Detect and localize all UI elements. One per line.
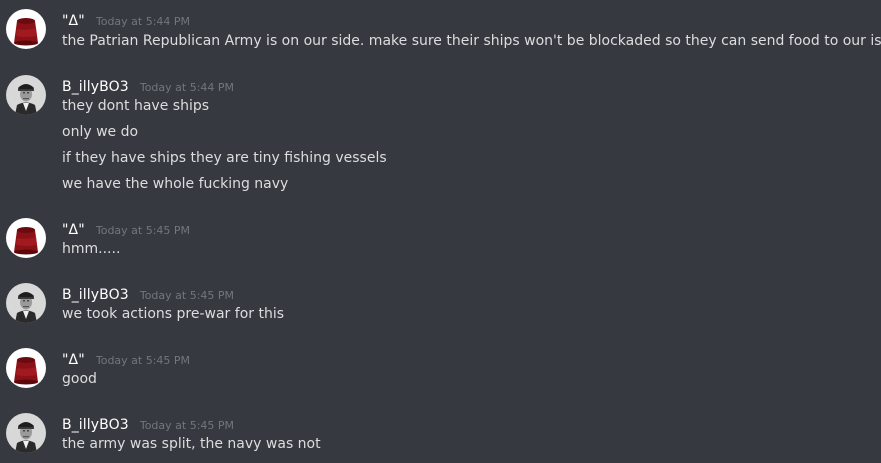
username[interactable]: "Δ": [62, 13, 85, 29]
officer-portrait-icon[interactable]: [6, 413, 46, 453]
message-header: B_illyBO3 Today at 5:45 PM: [62, 284, 234, 304]
timestamp: Today at 5:45 PM: [139, 419, 235, 432]
message-text: hmm.....: [62, 241, 121, 257]
username[interactable]: "Δ": [62, 222, 85, 238]
timestamp: Today at 5:45 PM: [95, 224, 191, 237]
message-header: "Δ" Today at 5:44 PM: [62, 10, 190, 30]
message-header: "Δ" Today at 5:45 PM: [62, 349, 190, 369]
message-text: only we do: [62, 124, 139, 140]
message-text: good: [62, 371, 97, 387]
officer-portrait-icon[interactable]: [6, 283, 46, 323]
message-text: the army was split, the navy was not: [62, 436, 321, 452]
message-text: if they have ships they are tiny fishing…: [62, 150, 387, 166]
message-text: we have the whole fucking navy: [62, 176, 289, 192]
username[interactable]: B_illyBO3: [62, 79, 129, 95]
message-text: we took actions pre-war for this: [62, 306, 285, 322]
message-text: the Patrian Republican Army is on our si…: [62, 33, 881, 49]
timestamp: Today at 5:45 PM: [139, 289, 235, 302]
fez-icon[interactable]: [6, 348, 46, 388]
timestamp: Today at 5:44 PM: [95, 15, 191, 28]
officer-portrait-icon[interactable]: [6, 75, 46, 115]
username[interactable]: B_illyBO3: [62, 417, 129, 433]
message-text: they dont have ships: [62, 98, 210, 114]
message-header: "Δ" Today at 5:45 PM: [62, 219, 190, 239]
username[interactable]: "Δ": [62, 352, 85, 368]
fez-icon[interactable]: [6, 9, 46, 49]
chat-log: "Δ" Today at 5:44 PM the Patrian Republi…: [0, 0, 881, 463]
fez-icon[interactable]: [6, 218, 46, 258]
message-header: B_illyBO3 Today at 5:45 PM: [62, 414, 234, 434]
username[interactable]: B_illyBO3: [62, 287, 129, 303]
message-header: B_illyBO3 Today at 5:44 PM: [62, 76, 234, 96]
timestamp: Today at 5:44 PM: [139, 81, 235, 94]
timestamp: Today at 5:45 PM: [95, 354, 191, 367]
